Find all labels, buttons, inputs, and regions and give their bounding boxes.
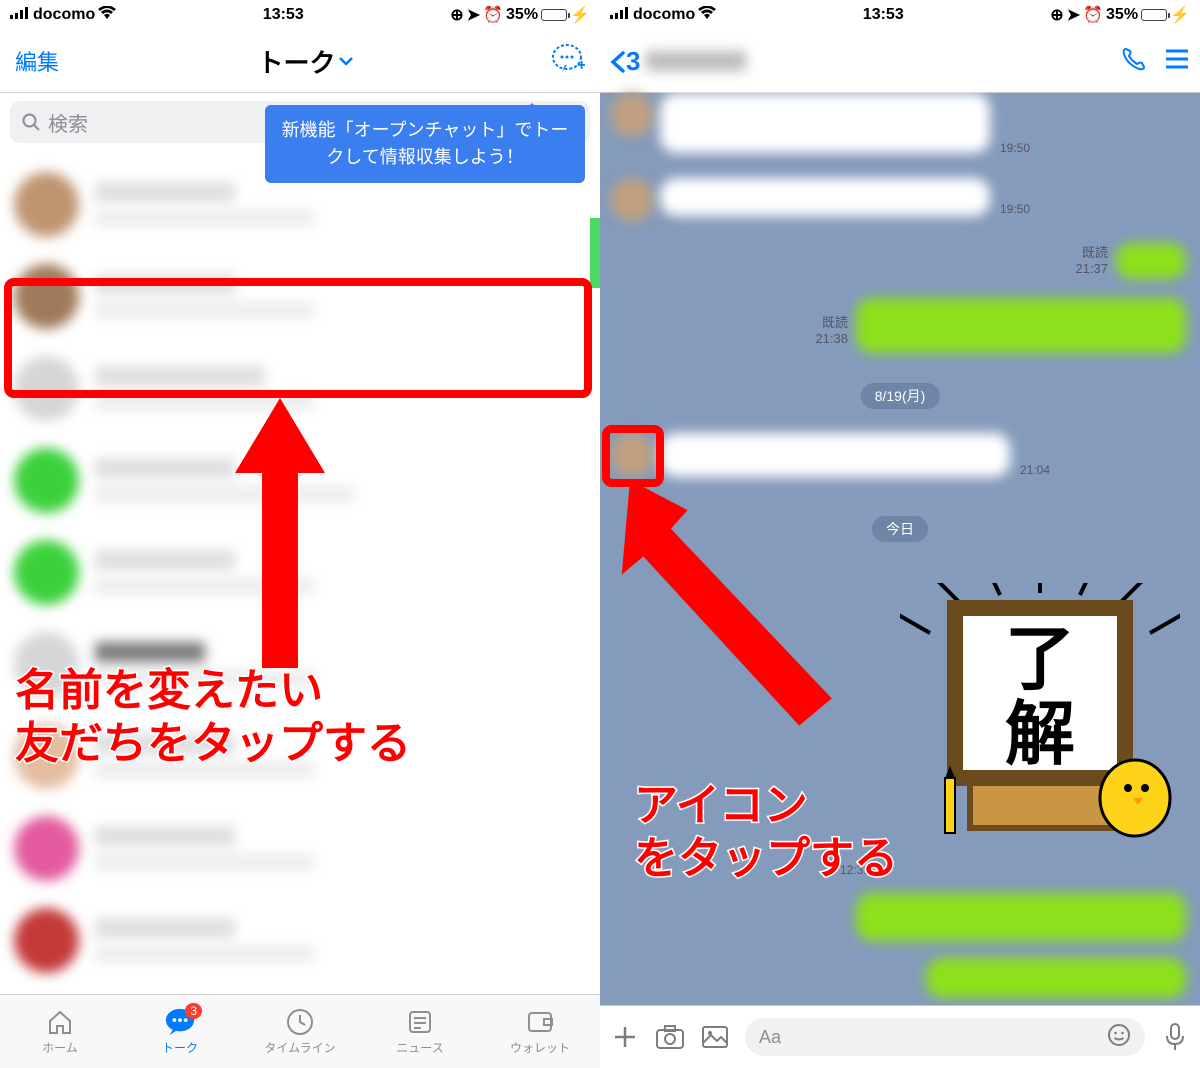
message-outgoing[interactable] [1116,243,1186,279]
charging-icon: ⚡ [1170,5,1190,25]
status-bar: docomo 13:53 ⊕ ➤ ⏰ 35% ⚡ [0,0,600,30]
screen-talk-list: docomo 13:53 ⊕ ➤ ⏰ 35% ⚡ 編集 トーク + 検索 [0,0,600,1068]
screen-chat: docomo 13:53 ⊕ ➤ ⏰ 35% ⚡ 3 19:50 19:50 既… [600,0,1200,1068]
message-outgoing[interactable] [926,958,1186,998]
battery-icon [541,9,567,21]
chevron-down-icon [339,56,353,66]
status-time: 13:53 [263,6,304,24]
location-icon: ➤ [467,5,480,25]
date-badge: 8/19(月) [861,383,940,409]
status-time: 13:53 [863,6,904,24]
chat-navbar: 3 [600,30,1200,93]
signal-icon [10,6,30,24]
annotation-arrow [230,398,350,678]
wifi-icon [98,6,116,24]
message-outgoing[interactable] [856,893,1186,941]
battery-icon [1141,9,1167,21]
navbar: 編集 トーク + [0,30,600,93]
talk-icon: 3 [164,1007,196,1037]
message-outgoing[interactable] [856,298,1186,353]
message-incoming[interactable] [660,178,990,216]
signal-icon [610,6,630,24]
alarm-icon: ⏰ [483,5,503,25]
carrier-label: docomo [33,6,95,24]
tab-wallet[interactable]: ウォレット [480,995,600,1068]
annotation-caption: アイコン をタップする [634,780,898,886]
annotation-caption: 名前を変えたい 友だちをタップする [15,665,411,771]
chat-row[interactable] [0,802,600,894]
search-icon [22,113,40,131]
chat-row[interactable] [0,894,600,986]
annotation-highlight-friend-row [4,278,592,398]
status-bar: docomo 13:53 ⊕ ➤ ⏰ 35% ⚡ [600,0,1200,30]
read-status: 既読21:38 [815,315,848,346]
battery-pct: 35% [506,6,538,24]
read-status: 既読21:37 [1075,245,1108,276]
sticker-ryokai[interactable]: 了 解 [900,583,1180,843]
emoji-button[interactable] [1107,1023,1131,1052]
timestamp: 19:50 [1000,141,1030,155]
svg-text:了: 了 [1005,620,1075,698]
chat-title[interactable] [646,51,1104,71]
tab-timeline[interactable]: タイムライン [240,995,360,1068]
avatar[interactable] [610,93,654,137]
clock-icon [284,1007,316,1037]
news-icon [404,1007,436,1037]
alarm-icon: ⏰ [1083,5,1103,25]
edit-button[interactable]: 編集 [15,45,59,77]
openchat-tooltip[interactable]: 新機能「オープンチャット」でトークして情報収集しよう！ [265,105,585,183]
wifi-icon [698,6,716,24]
timestamp: 19:50 [1000,202,1030,216]
home-icon [44,1007,76,1037]
svg-text:解: 解 [1005,695,1075,773]
call-button[interactable] [1120,45,1148,78]
location-icon: ➤ [1067,5,1080,25]
timestamp: 21:04 [1020,463,1050,477]
carrier-label: docomo [633,6,695,24]
gallery-button[interactable] [700,1022,730,1052]
message-incoming[interactable] [660,93,990,153]
orientation-lock-icon: ⊕ [450,5,463,25]
battery-pct: 35% [1106,6,1138,24]
tab-talk[interactable]: 3 トーク [120,995,240,1068]
camera-button[interactable] [655,1022,685,1052]
tab-bar: ホーム 3 トーク タイムライン ニュース ウォレット [0,994,600,1068]
date-badge: 今日 [872,516,928,542]
wallet-icon [524,1007,556,1037]
new-chat-button[interactable]: + [551,43,585,80]
tab-news[interactable]: ニュース [360,995,480,1068]
avatar[interactable] [610,178,654,222]
back-button[interactable]: 3 [610,46,640,77]
charging-icon: ⚡ [570,5,590,25]
svg-text:+: + [577,57,585,74]
orientation-lock-icon: ⊕ [1050,5,1063,25]
badge-count: 3 [185,1003,202,1019]
chat-input-bar: Aa [600,1005,1200,1068]
message-input[interactable]: Aa [745,1018,1145,1056]
page-title[interactable]: トーク [258,43,353,80]
add-button[interactable] [610,1022,640,1052]
mic-button[interactable] [1160,1022,1190,1052]
tab-home[interactable]: ホーム [0,995,120,1068]
menu-button[interactable] [1164,48,1190,75]
